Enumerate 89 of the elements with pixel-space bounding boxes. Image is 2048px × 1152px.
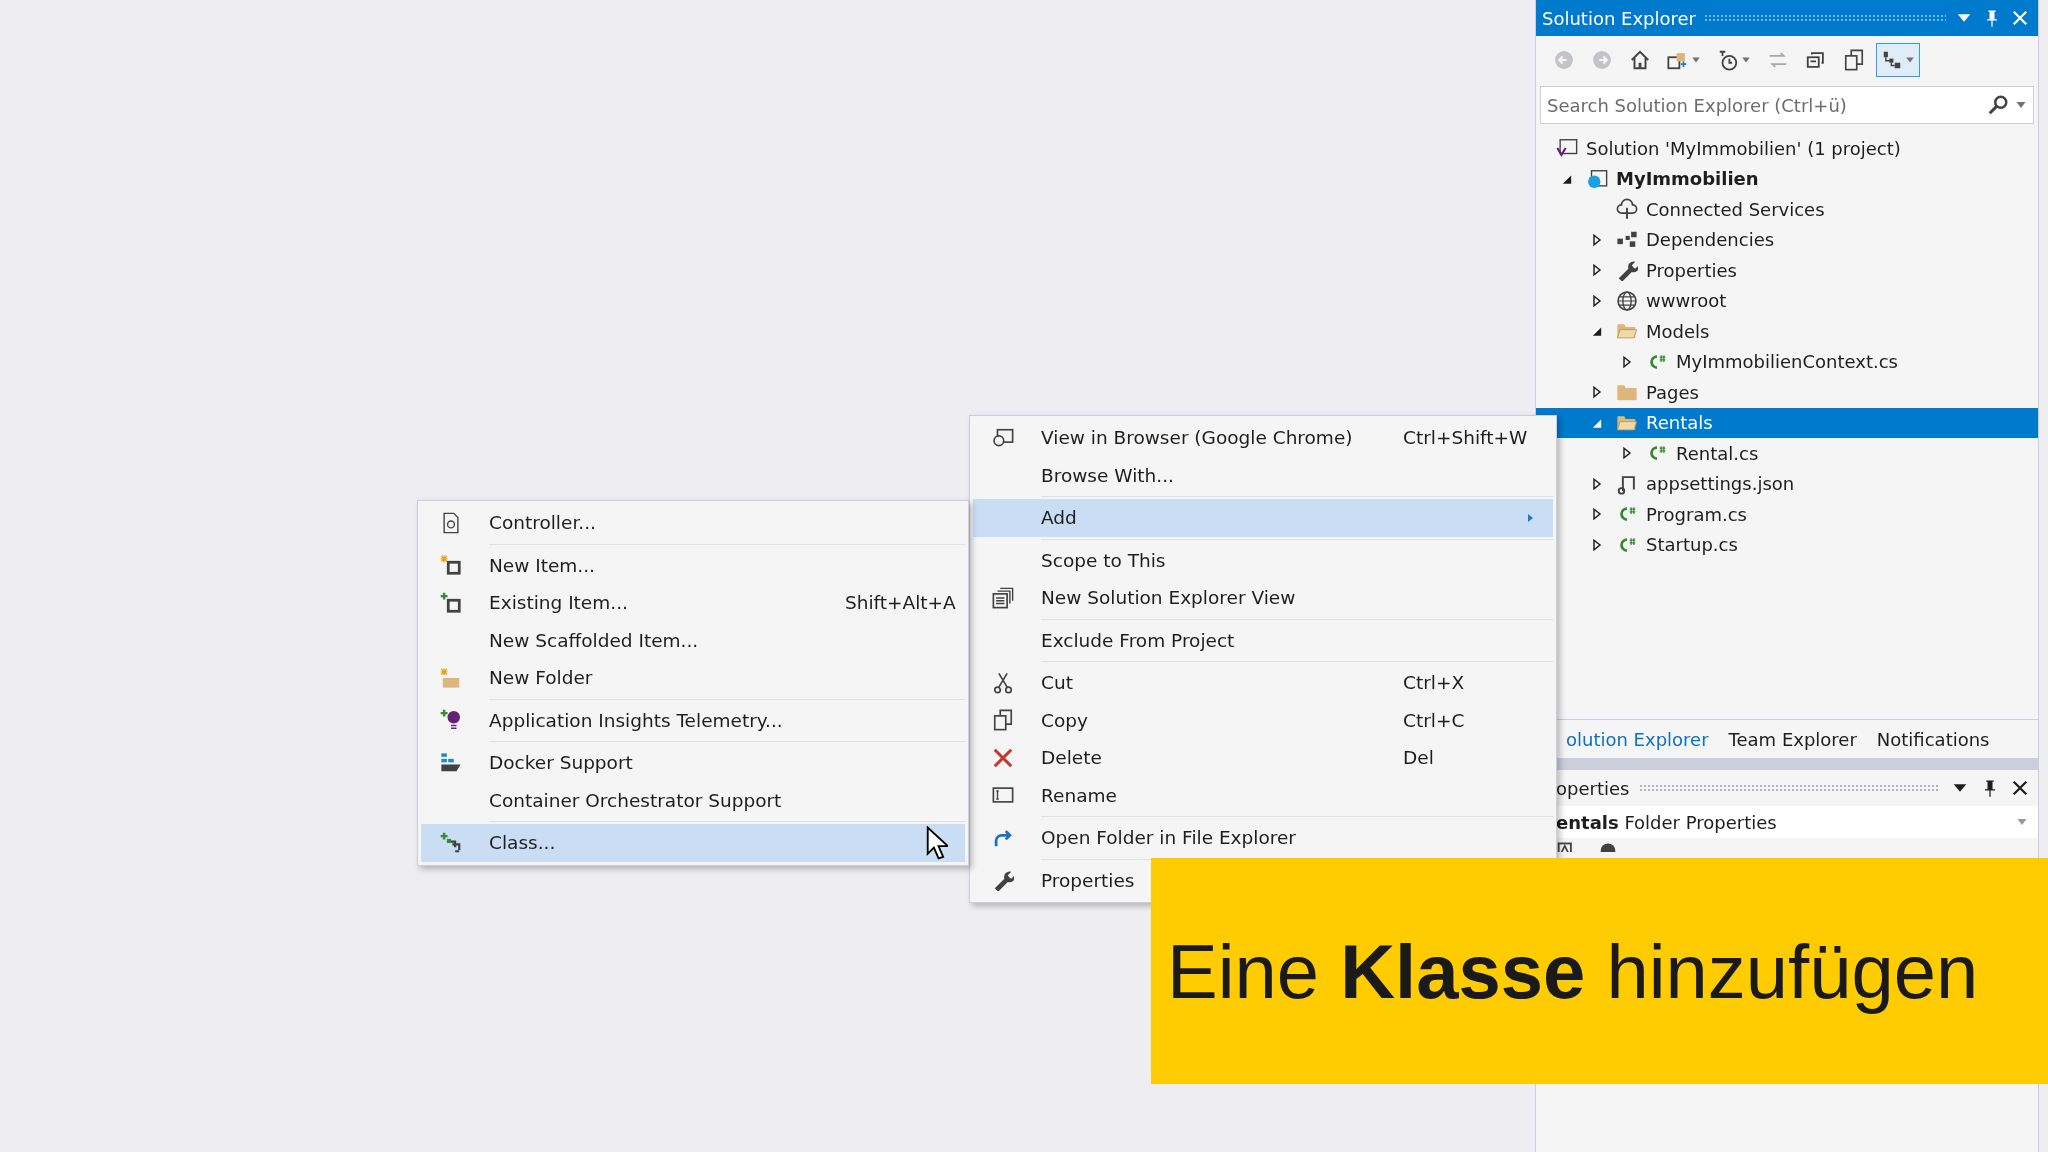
caret-icon	[1741, 55, 1751, 65]
tree-item[interactable]: Dependencies	[1536, 224, 2038, 255]
menu-item[interactable]: Delete Del	[973, 739, 1553, 777]
new-folder-icon	[440, 666, 462, 689]
search-field[interactable]: Search Solution Explorer (Ctrl+ü)	[1547, 94, 1981, 116]
menu-item[interactable]: Controller...	[421, 504, 965, 542]
expand-arrow-icon[interactable]	[1591, 538, 1603, 551]
menu-item[interactable]: Properties	[973, 861, 1553, 899]
solution-icon	[1556, 137, 1578, 160]
menu-item[interactable]: Class...	[421, 824, 965, 862]
tree-item[interactable]: Properties	[1536, 255, 2038, 286]
copy-icon	[992, 709, 1014, 732]
delete-icon	[992, 746, 1014, 769]
collapse-all-icon	[1805, 49, 1827, 71]
tree-item-label: Dependencies	[1646, 229, 1775, 251]
document-icon	[440, 511, 462, 534]
tree-item[interactable]: Pages	[1536, 377, 2038, 408]
tree-item[interactable]: Connected Services	[1536, 194, 2038, 225]
tree-item-label: Rental.cs	[1676, 442, 1759, 464]
caption-text: Eine Klasse hinzufügen	[1167, 927, 1979, 1015]
menu-item[interactable]: Docker Support	[421, 744, 965, 782]
tree-item[interactable]: Models	[1536, 316, 2038, 347]
new-item-icon	[440, 554, 462, 577]
wrench-icon	[1616, 259, 1638, 282]
menu-item[interactable]: New Scaffolded Item...	[421, 621, 965, 659]
tree-item-label: Solution 'MyImmobilien' (1 project)	[1586, 137, 1901, 159]
expand-arrow-icon[interactable]	[1591, 233, 1603, 246]
back-icon	[1553, 49, 1575, 71]
wrench-icon	[992, 869, 1014, 892]
windows-icon	[992, 586, 1014, 609]
expand-arrow-icon[interactable]	[1621, 447, 1633, 460]
menu-item[interactable]: Exclude From Project	[973, 621, 1553, 659]
lightbulb-icon	[440, 709, 462, 732]
menu-item[interactable]: New Folder	[421, 659, 965, 697]
forward-icon	[1591, 49, 1613, 71]
menu-item[interactable]: Cut Ctrl+X	[973, 664, 1553, 702]
tree-item-label: Connected Services	[1646, 198, 1825, 220]
tree-item-label: Models	[1646, 320, 1710, 342]
tree-item[interactable]: wwwroot	[1536, 285, 2038, 316]
tree-item[interactable]: Rentals	[1536, 407, 2038, 438]
tree-item[interactable]: MyImmobilienContext.cs	[1536, 346, 2038, 377]
menu-item[interactable]: Copy Ctrl+C	[973, 701, 1553, 739]
tree-item-label: wwwroot	[1646, 290, 1727, 312]
tree-item[interactable]: Solution 'MyImmobilien' (1 project)	[1536, 133, 2038, 164]
expand-arrow-icon[interactable]	[1591, 264, 1603, 277]
caret-icon	[1905, 55, 1915, 65]
web-project-icon	[1586, 167, 1608, 190]
menu-item[interactable]: New Item...	[421, 546, 965, 584]
menu-item[interactable]: Existing Item... Shift+Alt+A	[421, 584, 965, 622]
expand-arrow-icon[interactable]	[1621, 355, 1633, 368]
panel-title: operties	[1556, 777, 1630, 799]
close-icon[interactable]	[2010, 778, 2030, 798]
expand-arrow-icon[interactable]	[1591, 386, 1603, 399]
panel-title: Solution Explorer	[1542, 7, 1696, 29]
toolbar-button[interactable]	[1876, 43, 1920, 77]
tree-view-icon	[1881, 49, 1903, 71]
collapse-arrow-icon[interactable]	[1591, 325, 1603, 338]
tree-item-label: Startup.cs	[1646, 534, 1738, 556]
search-icon	[1987, 94, 2009, 116]
search-box[interactable]: Search Solution Explorer (Ctrl+ü)	[1540, 86, 2034, 124]
tree-item-label: MyImmobilienContext.cs	[1676, 351, 1898, 373]
menu-item[interactable]: Container Orchestrator Support	[421, 781, 965, 819]
add-item-icon	[440, 591, 462, 614]
caret-icon	[1691, 55, 1701, 65]
copy-icon	[1843, 49, 1865, 71]
panel-tab[interactable]: Notifications	[1866, 720, 2000, 758]
tree-item-label: Properties	[1646, 259, 1737, 281]
scissors-icon	[992, 671, 1014, 694]
home-icon	[1629, 49, 1651, 71]
mouse-pointer-icon	[926, 826, 948, 860]
tree-item-label: Pages	[1646, 381, 1699, 403]
tree-item-label: appsettings.json	[1646, 473, 1795, 495]
expand-arrow-icon[interactable]	[1591, 508, 1603, 521]
expand-arrow-icon[interactable]	[1591, 477, 1603, 490]
menu-item[interactable]: Application Insights Telemetry...	[421, 701, 965, 739]
class-icon	[440, 831, 462, 854]
tree-item-label: MyImmobilien	[1616, 168, 1759, 190]
tree-item-label: Rentals	[1646, 412, 1713, 434]
browser-icon	[992, 426, 1014, 449]
tree-item[interactable]: MyImmobilien	[1536, 163, 2038, 194]
tree-item-label: Program.cs	[1646, 503, 1747, 525]
expand-arrow-icon[interactable]	[1591, 294, 1603, 307]
cloud-icon	[1616, 198, 1638, 221]
menu-item[interactable]: New Solution Explorer View	[973, 579, 1553, 617]
panel-tab[interactable]: Team Explorer	[1718, 720, 1867, 758]
ship-icon	[440, 751, 462, 774]
history-icon	[1717, 49, 1739, 71]
globe-icon	[1616, 289, 1638, 312]
menu-item[interactable]: Add	[973, 499, 1553, 537]
